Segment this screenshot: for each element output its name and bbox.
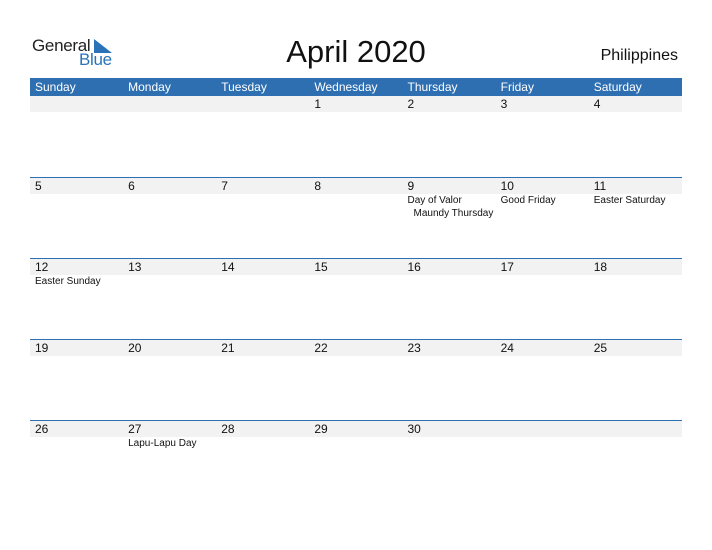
- day-cell: 17: [496, 259, 589, 339]
- weekday-wednesday: Wednesday: [314, 80, 378, 94]
- week-row: 26 27 Lapu-Lapu Day 28 29 30: [30, 420, 682, 501]
- day-cell: 16: [403, 259, 496, 339]
- day-number: [221, 96, 309, 112]
- day-cell: [30, 96, 123, 177]
- day-number: 18: [593, 260, 608, 274]
- day-cell: 24: [496, 340, 589, 420]
- day-number: 15: [314, 260, 328, 274]
- week-cells: 26 27 Lapu-Lapu Day 28 29 30: [30, 421, 682, 501]
- day-cell: 28: [216, 421, 309, 501]
- weekday-saturday: Saturday: [593, 80, 642, 94]
- day-number: 4: [593, 97, 601, 111]
- day-number: 26: [35, 422, 49, 436]
- week-row: 19 20 21 22 23 24 25: [30, 339, 682, 420]
- day-cell: 18: [589, 259, 682, 339]
- day-number: [594, 421, 682, 437]
- day-number: 5: [35, 179, 42, 193]
- day-number: 7: [221, 179, 228, 193]
- day-number: 21: [221, 341, 235, 355]
- day-number: 19: [35, 341, 49, 355]
- day-number: 9: [407, 179, 415, 193]
- day-number: 13: [128, 260, 142, 274]
- day-cell: 5: [30, 178, 123, 258]
- week-row: 5 6 7 8 9 Day of Valor Maundy Thursday 10 Good F…: [30, 177, 682, 258]
- day-number: 20: [128, 341, 142, 355]
- weekday-thursday: Thursday: [407, 80, 458, 94]
- day-number: 17: [500, 260, 514, 274]
- day-cell: 10 Good Friday: [496, 178, 589, 258]
- day-cell: 25: [589, 340, 682, 420]
- week-cells: 1 2 3 4: [30, 96, 682, 177]
- weekday-monday: Monday: [128, 80, 171, 94]
- week-row: 1 2 3 4: [30, 96, 682, 177]
- day-cell: 27 Lapu-Lapu Day: [123, 421, 216, 501]
- day-cell: [123, 96, 216, 177]
- holiday-event: Good Friday: [500, 195, 556, 206]
- day-cell: 29: [309, 421, 402, 501]
- day-number: [128, 96, 216, 112]
- day-number: 16: [407, 260, 421, 274]
- day-number: 10: [500, 179, 514, 193]
- day-number: 23: [407, 341, 421, 355]
- weekday-tuesday: Tuesday: [221, 80, 267, 94]
- day-number: 30: [407, 422, 421, 436]
- holiday-event: Easter Saturday: [593, 195, 666, 206]
- day-cell: 26: [30, 421, 123, 501]
- day-number: 24: [500, 341, 514, 355]
- holiday-event: Day of Valor: [407, 195, 462, 206]
- holiday-event: Easter Sunday: [35, 276, 101, 287]
- day-number: 12: [35, 260, 49, 274]
- day-cell: 2: [403, 96, 496, 177]
- country-label: Philippines: [600, 47, 678, 64]
- day-cell: 4: [589, 96, 682, 177]
- weekday-header: Sunday Monday Tuesday Wednesday Thursday…: [30, 78, 682, 96]
- day-cell: 19: [30, 340, 123, 420]
- day-cell: 13: [123, 259, 216, 339]
- day-cell: 11 Easter Saturday: [589, 178, 682, 258]
- week-cells: 19 20 21 22 23 24 25: [30, 340, 682, 420]
- day-number: [501, 421, 589, 437]
- day-cell: 12 Easter Sunday: [30, 259, 123, 339]
- day-cell: 21: [216, 340, 309, 420]
- day-cell: 30: [403, 421, 496, 501]
- weeks-container: 1 2 3 4 5 6 7 8 9 Day of Valor Maundy Thursday 10 Go…: [30, 96, 682, 501]
- day-cell: [589, 421, 682, 501]
- weekday-friday: Friday: [500, 80, 534, 94]
- day-number: [35, 96, 123, 112]
- day-cell: 20: [123, 340, 216, 420]
- week-cells: 5 6 7 8 9 Day of Valor Maundy Thursday 10 Good F…: [30, 178, 682, 258]
- holiday-event: Lapu-Lapu Day: [128, 438, 197, 449]
- day-cell: 6: [123, 178, 216, 258]
- day-cell: 3: [496, 96, 589, 177]
- day-number: 8: [314, 179, 322, 193]
- day-cell: 1: [309, 96, 402, 177]
- day-cell: 15: [309, 259, 402, 339]
- day-cell: 14: [216, 259, 309, 339]
- day-number: 2: [407, 97, 415, 111]
- day-number: 11: [593, 179, 607, 193]
- day-cell: [496, 421, 589, 501]
- holiday-event: Maundy Thursday: [413, 208, 494, 219]
- calendar-grid: Sunday Monday Tuesday Wednesday Thursday…: [30, 78, 682, 501]
- day-cell: 7: [216, 178, 309, 258]
- day-number: 29: [314, 422, 328, 436]
- day-cell: 8: [309, 178, 402, 258]
- day-number: 25: [593, 341, 608, 355]
- day-cell: 9 Day of Valor Maundy Thursday: [403, 178, 496, 258]
- day-number: 6: [128, 179, 135, 193]
- day-number: 3: [500, 97, 508, 111]
- day-number: 1: [314, 97, 322, 111]
- week-row: 12 Easter Sunday 13 14 15 16 17 18: [30, 258, 682, 339]
- day-number: 27: [128, 422, 142, 436]
- weekday-sunday: Sunday: [35, 80, 76, 94]
- day-cell: 23: [403, 340, 496, 420]
- day-number: 22: [314, 341, 328, 355]
- day-number: 14: [221, 260, 235, 274]
- week-cells: 12 Easter Sunday 13 14 15 16 17 18: [30, 259, 682, 339]
- day-cell: [216, 96, 309, 177]
- day-cell: 22: [309, 340, 402, 420]
- day-number: 28: [221, 422, 235, 436]
